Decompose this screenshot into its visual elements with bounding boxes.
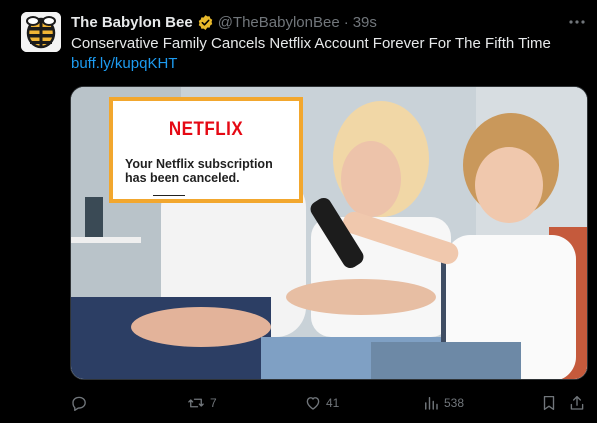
views-count: 538 bbox=[444, 396, 465, 410]
views-icon bbox=[425, 397, 438, 410]
reply-button[interactable] bbox=[70, 392, 92, 414]
tweet-text: Conservative Family Cancels Netflix Acco… bbox=[71, 34, 581, 74]
tweet-timestamp[interactable]: 39s bbox=[353, 14, 377, 31]
author-name[interactable]: The Babylon Bee bbox=[71, 14, 193, 31]
popup-message: Your Netflix subscription has been cance… bbox=[125, 157, 273, 185]
more-options-icon[interactable] bbox=[566, 12, 588, 32]
verified-badge-icon[interactable] bbox=[197, 14, 214, 31]
avatar[interactable] bbox=[21, 12, 61, 52]
bee-logo-icon bbox=[21, 12, 61, 52]
bookmark-button[interactable] bbox=[540, 392, 558, 414]
like-count: 41 bbox=[326, 396, 340, 410]
tweet-body: Conservative Family Cancels Netflix Acco… bbox=[71, 35, 551, 52]
repost-button[interactable]: 7 bbox=[186, 392, 217, 414]
author-handle[interactable]: @TheBabylonBee bbox=[218, 14, 340, 31]
reply-icon bbox=[72, 396, 86, 412]
share-icon bbox=[570, 395, 584, 410]
tweet-link[interactable]: buff.ly/kupqKHT bbox=[71, 54, 581, 74]
tweet-actions: 7 41 538 bbox=[70, 392, 590, 414]
share-button[interactable] bbox=[568, 392, 586, 414]
cancellation-popup: NETFLIX Your Netflix subscription has be… bbox=[109, 97, 303, 203]
tweet-image[interactable]: NETFLIX Your Netflix subscription has be… bbox=[70, 86, 588, 380]
repost-icon bbox=[188, 398, 204, 408]
views-button[interactable]: 538 bbox=[422, 392, 464, 414]
like-button[interactable]: 41 bbox=[304, 392, 339, 414]
tweet-header: The Babylon Bee @TheBabylonBee · 39s bbox=[71, 12, 377, 32]
tweet[interactable]: The Babylon Bee @TheBabylonBee · 39s Con… bbox=[0, 0, 597, 423]
repost-count: 7 bbox=[210, 396, 217, 410]
popup-divider bbox=[153, 195, 185, 196]
separator-dot: · bbox=[343, 13, 349, 31]
like-icon bbox=[306, 397, 320, 410]
netflix-logo: NETFLIX bbox=[168, 117, 244, 140]
bookmark-icon bbox=[543, 395, 555, 411]
